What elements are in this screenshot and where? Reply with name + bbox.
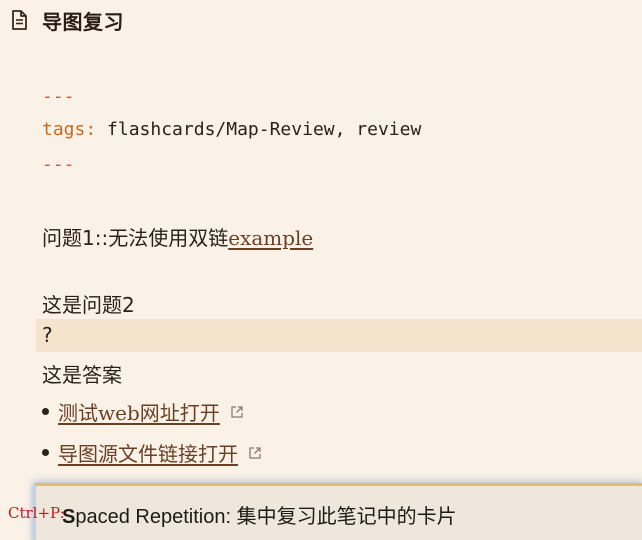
bullet-dot [42,408,49,415]
document-icon [12,10,27,30]
frontmatter-close: --- [42,154,75,175]
list-item: 测试web网址打开 [42,397,244,426]
frontmatter-value: flashcards/Map-Review, review [96,119,422,140]
bullet-dot [42,449,49,456]
frontmatter-colon: : [85,119,97,140]
question-2: 这是问题2 [42,293,135,317]
answer-2: 这是答案 [42,363,122,387]
hotkey-hint: Ctrl+P: [8,504,65,522]
external-link-icon [249,446,261,459]
frontmatter-open: --- [42,86,75,107]
question-1-link[interactable]: example [228,226,313,250]
web-link[interactable]: 测试web网址打开 [58,397,220,426]
external-link-icon [231,405,243,418]
file-link[interactable]: 导图源文件链接打开 [58,438,238,467]
command-palette-item[interactable]: Spaced Repetition: 集中复习此笔记中的卡片 [62,500,457,529]
note-view: 导图复习 --- tags: flashcards/Map-Review, re… [0,0,642,540]
active-line[interactable]: ? [36,319,642,352]
command-label: paced Repetition: 集中复习此笔记中的卡片 [75,506,457,528]
question-1-text: 问题1::无法使用双链 [42,226,229,250]
frontmatter-tags-line[interactable]: tags: flashcards/Map-Review, review [42,119,421,140]
list-item: 导图源文件链接打开 [42,438,262,467]
frontmatter-key: tags [42,119,86,140]
note-title[interactable]: 导图复习 [42,6,124,35]
question-1: 问题1::无法使用双链example [42,222,313,251]
note-header: 导图复习 [8,6,124,34]
card-separator: ? [42,323,53,347]
